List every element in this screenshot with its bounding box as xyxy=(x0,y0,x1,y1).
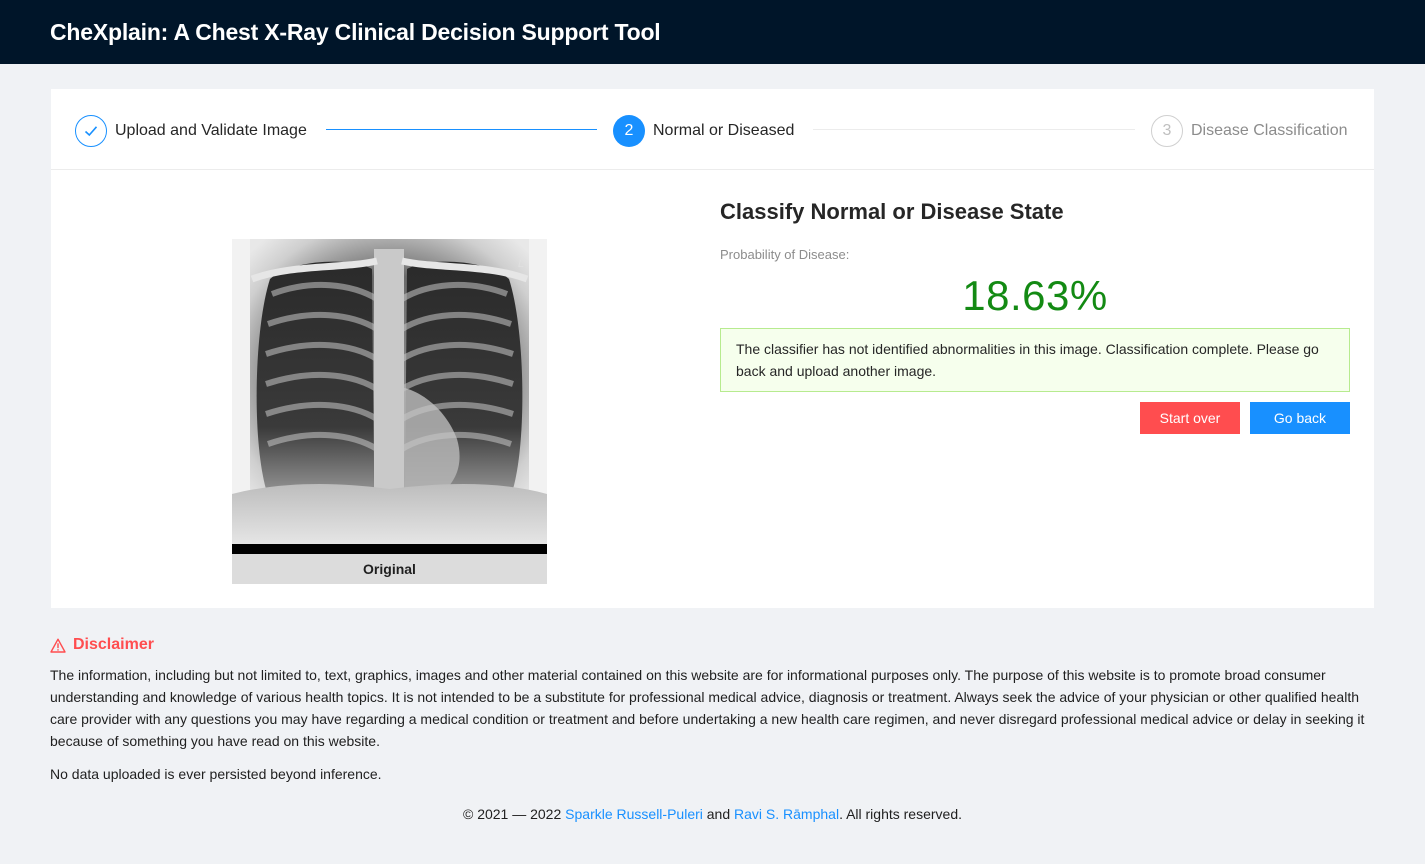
chest-xray-image: L xyxy=(232,239,547,554)
probability-label: Probability of Disease: xyxy=(720,247,850,262)
disclaimer-section: Disclaimer The information, including bu… xyxy=(50,636,1375,782)
step-disease-classification[interactable]: 3 Disease Classification xyxy=(1151,115,1348,147)
xray-side-marker: L xyxy=(518,258,524,270)
step-number-2: 2 xyxy=(613,115,645,147)
app-header: CheXplain: A Chest X-Ray Clinical Decisi… xyxy=(0,0,1425,64)
step-number-3: 3 xyxy=(1151,115,1183,147)
go-back-button[interactable]: Go back xyxy=(1250,402,1350,434)
main-card: Upload and Validate Image 2 Normal or Di… xyxy=(51,89,1374,608)
step-upload-label: Upload and Validate Image xyxy=(115,122,307,139)
footer-rights: . All rights reserved. xyxy=(839,806,962,822)
app-title: CheXplain: A Chest X-Ray Clinical Decisi… xyxy=(50,18,661,45)
footer: © 2021 — 2022 Sparkle Russell-Puleri and… xyxy=(0,806,1425,822)
disclaimer-title: Disclaimer xyxy=(73,636,154,653)
step-connector-2 xyxy=(813,129,1135,130)
success-alert: The classifier has not identified abnorm… xyxy=(720,328,1350,392)
author-link-ravi[interactable]: Ravi S. Rāmphal xyxy=(734,806,839,822)
action-buttons: Start over Go back xyxy=(720,402,1350,434)
author-link-sparkle[interactable]: Sparkle Russell-Puleri xyxy=(565,806,703,822)
start-over-button[interactable]: Start over xyxy=(1140,402,1240,434)
xray-panel: L Original xyxy=(232,239,547,584)
step-normal-label: Normal or Diseased xyxy=(653,122,795,139)
warning-icon xyxy=(50,638,66,653)
disclaimer-text: The information, including but not limit… xyxy=(50,667,1365,749)
result-panel: Classify Normal or Disease State Probabi… xyxy=(720,199,1350,434)
privacy-note: No data uploaded is ever persisted beyon… xyxy=(50,766,382,782)
disclaimer-heading: Disclaimer xyxy=(50,636,1375,654)
xray-caption: Original xyxy=(232,554,547,584)
check-icon xyxy=(75,115,107,147)
step-connector-1 xyxy=(326,129,597,130)
step-classification-label: Disease Classification xyxy=(1191,122,1348,139)
step-upload[interactable]: Upload and Validate Image xyxy=(75,115,307,147)
step-normal-or-diseased[interactable]: 2 Normal or Diseased xyxy=(613,115,794,147)
result-title: Classify Normal or Disease State xyxy=(720,199,1064,224)
probability-value: 18.63% xyxy=(962,272,1108,319)
steps-bar: Upload and Validate Image 2 Normal or Di… xyxy=(51,89,1374,170)
footer-joiner: and xyxy=(702,806,735,822)
footer-copyright: © 2021 — 2022 xyxy=(462,806,566,822)
